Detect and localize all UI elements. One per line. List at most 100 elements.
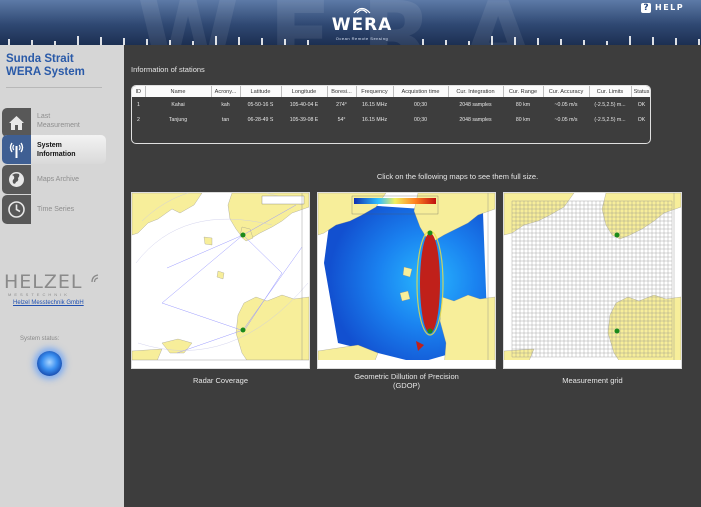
antenna-mark: [514, 37, 516, 45]
helzel-link[interactable]: Helzel Messtechnik GmbH: [13, 300, 84, 306]
help-button[interactable]: ? HELP: [641, 2, 684, 13]
table-cell: 2048 samples: [459, 116, 492, 123]
column-header[interactable]: Cur. Limits: [589, 86, 632, 97]
help-icon[interactable]: ?: [641, 2, 651, 13]
radar-coverage-map[interactable]: [131, 192, 310, 369]
table-row[interactable]: 2 Tanjung tan 06-28-49 S 105-39-08 E 54° 16.15…: [132, 112, 650, 127]
antenna-mark: [537, 38, 539, 45]
measurement-grid-caption: Measurement grid: [503, 376, 682, 385]
column-header[interactable]: Longitude: [281, 86, 328, 97]
nav-system-information[interactable]: System Information: [2, 135, 106, 164]
section-title: Information of stations: [131, 65, 205, 74]
table-cell: 00;30: [414, 101, 427, 108]
system-status-indicator: [37, 351, 62, 376]
nav-label-line1: Last: [37, 113, 51, 120]
table-cell: (-2.5,2.5) m...: [594, 101, 626, 108]
table-cell: 00;30: [414, 116, 427, 123]
helzel-brand: HELZEL MESSTECHNIK Helzel Messtechnik Gm…: [4, 271, 114, 306]
table-cell: 80 km: [515, 116, 531, 123]
sidebar: Sunda Strait WERA System Last Measuremen…: [0, 45, 124, 507]
radar-coverage-image[interactable]: [132, 193, 309, 368]
nav-maps-archive[interactable]: Maps Archive: [2, 165, 106, 194]
nav-label-line1: System: [37, 142, 62, 149]
gdop-caption: Geometric Dillution of Precision (GDOP): [317, 372, 496, 390]
nav-time-series[interactable]: Time Series: [2, 195, 106, 224]
caption-line1: Geometric Dillution of Precision: [354, 372, 459, 381]
antenna-mark: [238, 37, 240, 45]
column-header[interactable]: Status: [631, 86, 650, 97]
nav-label[interactable]: Last Measurement: [37, 112, 105, 130]
helzel-subtitle: MESSTECHNIK: [8, 292, 70, 297]
column-header[interactable]: Frequency: [356, 86, 394, 97]
table-cell: 274°: [336, 101, 347, 108]
site-title-line2: WERA System: [6, 66, 85, 78]
table-row[interactable]: 1 Kahai kah 05-50-16 S 105-40-04 E 274° 16.15 …: [132, 97, 650, 112]
antenna-mark: [491, 36, 493, 45]
nav-label[interactable]: Time Series: [37, 205, 105, 214]
measurement-grid-image[interactable]: [504, 193, 681, 368]
globe-icon[interactable]: [2, 165, 31, 194]
table-cell: ~0.05 m/s: [554, 116, 578, 123]
site-title-line1: Sunda Strait: [6, 53, 74, 65]
radar-coverage-caption: Radar Coverage: [131, 376, 310, 385]
antenna-mark: [652, 37, 654, 45]
table-cell: OK: [637, 101, 646, 108]
table-cell: 80 km: [515, 101, 531, 108]
antenna-mark: [123, 38, 125, 45]
antenna-mark: [215, 36, 217, 45]
column-header[interactable]: Acrony...: [211, 86, 241, 97]
system-status-label: System status:: [20, 336, 60, 342]
sidebar-divider: [6, 87, 102, 88]
nav-last-measurement[interactable]: Last Measurement: [2, 108, 106, 137]
column-header[interactable]: Latitude: [240, 86, 282, 97]
table-cell: 105-39-08 E: [289, 116, 319, 123]
antenna-mark: [100, 37, 102, 45]
signal-icon: [91, 274, 99, 283]
column-header[interactable]: Cur. Accuracy: [543, 86, 590, 97]
table-cell: 54°: [337, 116, 346, 123]
help-label[interactable]: HELP: [655, 3, 684, 12]
clock-icon[interactable]: [2, 195, 31, 224]
column-header[interactable]: ID: [132, 86, 146, 97]
house-icon[interactable]: [2, 108, 31, 137]
table-cell: OK: [637, 116, 646, 123]
main-content: Information of stations ID Name Acrony... L…: [124, 45, 701, 507]
table-cell: Tanjung: [168, 116, 188, 123]
caption-line1: Radar Coverage: [192, 376, 249, 385]
column-header[interactable]: Name: [145, 86, 212, 97]
logo-subtitle: Ocean Remote Sensing: [335, 36, 389, 41]
helzel-logo: HELZEL: [4, 271, 114, 293]
table-cell: 05-50-16 S: [247, 101, 274, 108]
table-cell: 1: [137, 101, 140, 108]
wave-icon: [353, 7, 371, 14]
antenna-mark: [629, 36, 631, 45]
site-title: Sunda Strait WERA System: [6, 53, 116, 79]
column-header[interactable]: Boresi...: [327, 86, 357, 97]
table-cell: tan: [221, 116, 230, 123]
column-header[interactable]: Cur. Range: [503, 86, 544, 97]
column-header[interactable]: Acquistion time: [393, 86, 449, 97]
caption-line2: (GDOP): [392, 381, 421, 390]
table-body: 1 Kahai kah 05-50-16 S 105-40-04 E 274° 16.15 …: [132, 97, 650, 127]
gdop-image[interactable]: [318, 193, 495, 368]
table-cell: 105-40-04 E: [289, 101, 319, 108]
table-cell: 16.15 MHz: [361, 116, 388, 123]
table-cell: 06-28-49 S: [247, 116, 274, 123]
nav-label-line2: Information: [37, 151, 76, 158]
nav-label[interactable]: Maps Archive: [37, 175, 105, 184]
measurement-grid-map[interactable]: [503, 192, 682, 369]
stations-table: ID Name Acrony... Latitude Longitude Boresi..…: [131, 85, 651, 144]
antenna-mark: [261, 38, 263, 45]
antenna-icon[interactable]: [2, 135, 31, 164]
table-cell: 16.15 MHz: [361, 101, 388, 108]
nav-label[interactable]: System Information: [37, 141, 105, 159]
logo-text: WERA: [331, 15, 393, 35]
table-cell: ~0.05 m/s: [554, 101, 578, 108]
table-cell: (-2.5,2.5) m...: [594, 116, 626, 123]
antenna-mark: [77, 36, 79, 45]
column-header[interactable]: Cur. Integration: [448, 86, 504, 97]
nav-label-line2: Measurement: [37, 122, 80, 129]
gdop-map[interactable]: [317, 192, 496, 369]
table-cell: kah: [221, 101, 230, 108]
table-cell: 2048 samples: [459, 101, 492, 108]
